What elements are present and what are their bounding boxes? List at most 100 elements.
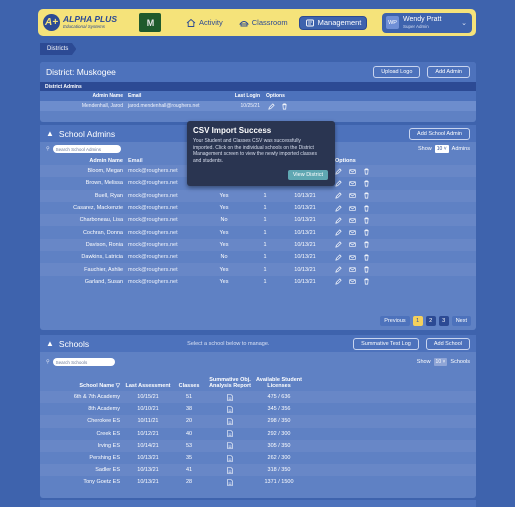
admin-last-login: 10/13/21: [294, 205, 316, 212]
previous-page-button[interactable]: Previous: [380, 316, 410, 326]
schools-per-page-select[interactable]: 10 ˅: [433, 358, 448, 366]
email-icon[interactable]: [349, 266, 356, 273]
nav-management[interactable]: Management: [298, 15, 368, 30]
report-icon[interactable]: [227, 405, 233, 413]
nav-activity[interactable]: Activity: [181, 16, 228, 30]
edit-icon[interactable]: [335, 229, 342, 236]
report-icon[interactable]: [227, 430, 233, 437]
trash-icon[interactable]: [363, 241, 370, 248]
email-icon[interactable]: [349, 192, 356, 199]
alpha-plus-logo[interactable]: A+ ALPHA PLUS Educational Systems: [43, 14, 117, 31]
trash-icon[interactable]: [363, 192, 370, 199]
table-row[interactable]: Mendenhall, Jarod jarod.mendenhall@rough…: [40, 101, 476, 111]
collapse-icon[interactable]: ▲: [46, 129, 54, 138]
email-icon[interactable]: [349, 254, 356, 261]
trash-icon[interactable]: [363, 254, 370, 261]
admin-email: mock@roughers.net: [128, 254, 178, 261]
school-name: Sadler ES: [95, 467, 120, 474]
edit-icon[interactable]: [335, 192, 342, 199]
table-row[interactable]: Creek ES 10/12/21 40 292 / 300: [40, 427, 476, 440]
table-row[interactable]: Fauchier, Ashlie mock@roughers.net Yes 1 10/…: [40, 263, 476, 276]
admin-name: Casarez, Mackenzie: [73, 205, 123, 212]
district-panel: District: Muskogee Upload Logo Add Admin…: [40, 62, 476, 122]
search-schools-input[interactable]: Search Schools: [52, 358, 115, 366]
table-row[interactable]: Casarez, Mackenzie mock@roughers.net Yes 1 1…: [40, 201, 476, 215]
schools-table: 6th & 7th Academy 10/15/21 51 475 / 636 8th …: [40, 391, 476, 489]
admin-email: mock@roughers.net: [128, 278, 178, 285]
show-schools-control: Show 10 ˅ Schools: [416, 358, 470, 366]
table-row[interactable]: Davison, Ronia mock@roughers.net Yes 1 10/13…: [40, 238, 476, 252]
report-icon[interactable]: [227, 454, 233, 462]
edit-icon[interactable]: [335, 266, 342, 273]
page-2-button[interactable]: 2: [425, 316, 436, 326]
table-row[interactable]: 8th Academy 10/10/21 38 345 / 356: [40, 403, 476, 416]
table-row[interactable]: Dawkins, Latricia mock@roughers.net No 1 10/…: [40, 251, 476, 264]
admin-last-login: 10/13/21: [294, 192, 316, 199]
trash-icon[interactable]: [363, 217, 370, 224]
add-admin-button[interactable]: Add Admin: [427, 66, 470, 78]
collapse-icon[interactable]: ▲: [46, 339, 54, 348]
trash-icon[interactable]: [363, 229, 370, 236]
avatar: WP: [386, 16, 399, 29]
page-1-button[interactable]: 1: [412, 316, 423, 326]
nav-classroom[interactable]: Classroom: [234, 16, 293, 30]
trash-icon[interactable]: [363, 168, 370, 175]
last-assessment: 10/10/21: [137, 406, 159, 413]
next-page-button[interactable]: Next: [451, 316, 471, 326]
user-menu[interactable]: WP Wendy Pratt Super Admin ⌄: [382, 12, 472, 33]
email-icon[interactable]: [349, 229, 356, 236]
schools-panel: ▲ Schools Select a school below to manag…: [40, 335, 476, 498]
trash-icon[interactable]: [363, 180, 370, 187]
trash-icon[interactable]: [363, 266, 370, 273]
table-row[interactable]: Garland, Susan mock@roughers.net Yes 1 10/13…: [40, 275, 476, 288]
admins-per-page-select[interactable]: 10 ˅: [434, 145, 449, 153]
last-assessment: 10/13/21: [137, 479, 159, 486]
email-icon[interactable]: [349, 278, 356, 285]
report-icon[interactable]: [227, 442, 233, 450]
user-name: Wendy Pratt: [403, 15, 442, 23]
table-row[interactable]: Cochran, Donna mock@roughers.net Yes 1 10/13…: [40, 226, 476, 239]
edit-icon[interactable]: [268, 102, 275, 110]
report-icon[interactable]: [227, 393, 233, 401]
table-row[interactable]: 6th & 7th Academy 10/15/21 51 475 / 636: [40, 391, 476, 404]
summative-test-log-button[interactable]: Summative Test Log: [353, 337, 419, 350]
table-row[interactable]: Pershing ES 10/13/21 35 262 / 300: [40, 451, 476, 465]
trash-icon[interactable]: [281, 103, 288, 110]
table-row[interactable]: Tony Goetz ES 10/13/21 28 1371 / 1500: [40, 476, 476, 489]
email-icon[interactable]: [349, 241, 356, 248]
table-row[interactable]: Sadler ES 10/13/21 41 318 / 350: [40, 464, 476, 477]
add-school-admin-button[interactable]: Add School Admin: [409, 127, 470, 140]
admin-email: mock@roughers.net: [128, 266, 178, 273]
table-row[interactable]: Buell, Ryan mock@roughers.net Yes 1 10/13/21: [40, 189, 476, 202]
report-icon[interactable]: [227, 466, 233, 474]
edit-icon[interactable]: [335, 217, 342, 224]
admin-status: Yes: [219, 192, 229, 199]
edit-icon[interactable]: [335, 168, 342, 175]
trash-icon[interactable]: [363, 278, 370, 285]
table-row[interactable]: Cherokee ES 10/11/21 20 298 / 350: [40, 415, 476, 428]
view-district-button[interactable]: View District: [287, 170, 328, 180]
breadcrumb[interactable]: Districts: [40, 43, 77, 55]
report-icon[interactable]: [227, 479, 233, 486]
search-admins-input[interactable]: Search School Admins: [52, 145, 121, 153]
edit-icon[interactable]: [335, 241, 342, 249]
page-3-button[interactable]: 3: [438, 316, 449, 326]
edit-icon[interactable]: [335, 278, 342, 285]
admin-name: Davison, Ronia: [85, 241, 123, 248]
edit-icon[interactable]: [335, 204, 342, 212]
email-icon[interactable]: [349, 205, 356, 212]
email-icon[interactable]: [349, 217, 356, 224]
available-licenses: 305 / 350: [267, 442, 291, 449]
edit-icon[interactable]: [335, 180, 342, 187]
upload-logo-button[interactable]: Upload Logo: [373, 66, 421, 78]
email-icon[interactable]: [349, 180, 356, 187]
add-school-button[interactable]: Add School: [425, 337, 470, 350]
table-header: School Name ▽ Last Assessment Classes Su…: [79, 377, 302, 389]
table-row[interactable]: Irving ES 10/14/21 53 305 / 350: [40, 439, 476, 452]
trash-icon[interactable]: [363, 205, 370, 212]
edit-icon[interactable]: [335, 254, 342, 261]
report-icon[interactable]: [227, 418, 233, 425]
email-icon[interactable]: [349, 168, 356, 175]
table-row[interactable]: Charboneau, Lisa mock@roughers.net No 1 10/1…: [40, 214, 476, 227]
admin-count: 1: [263, 192, 267, 199]
